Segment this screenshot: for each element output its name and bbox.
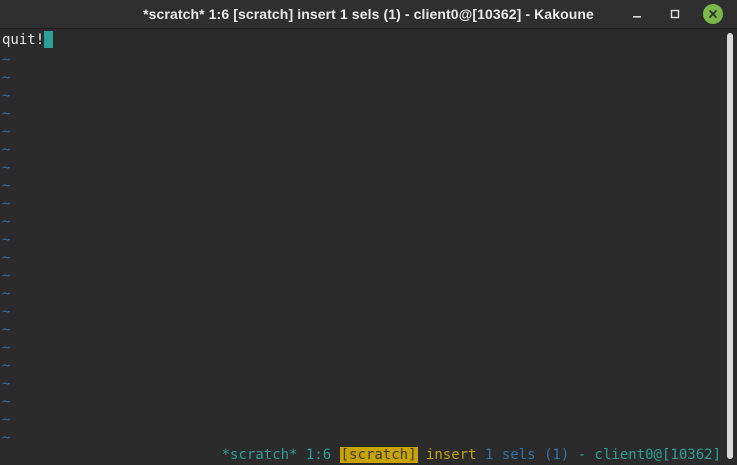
status-buffer-name: *scratch*	[221, 447, 298, 463]
status-cursor-position: 1:6	[305, 447, 332, 463]
editor-buffer[interactable]: quit! ~ ~ ~ ~ ~ ~ ~ ~ ~ ~ ~ ~ ~ ~ ~ ~ ~ …	[0, 29, 725, 465]
scrollbar-thumb[interactable]	[727, 33, 733, 459]
title-bar[interactable]: *scratch* 1:6 [scratch] insert 1 sels (1…	[0, 0, 737, 29]
minimize-button[interactable]	[627, 4, 647, 24]
close-button[interactable]	[703, 4, 723, 24]
empty-line-marker: ~	[2, 394, 11, 410]
empty-line-marker: ~	[2, 250, 11, 266]
empty-line-marker: ~	[2, 142, 11, 158]
status-client: - client0@[10362]	[577, 447, 721, 463]
status-mode: insert	[425, 447, 477, 463]
empty-line-marker: ~	[2, 304, 11, 320]
buffer-line-1: quit!	[2, 31, 54, 49]
empty-line-marker: ~	[2, 52, 11, 68]
empty-line-marker: ~	[2, 232, 11, 248]
empty-line-marker: ~	[2, 340, 11, 356]
empty-line-marker: ~	[2, 160, 11, 176]
empty-line-marker: ~	[2, 358, 11, 374]
status-bufname-badge: [scratch]	[339, 447, 418, 463]
close-icon	[709, 10, 717, 18]
maximize-icon	[670, 9, 680, 19]
empty-line-marker: ~	[2, 178, 11, 194]
text-cursor	[44, 31, 54, 48]
empty-line-marker: ~	[2, 376, 11, 392]
empty-line-marker: ~	[2, 70, 11, 86]
status-selections: 1 sels (1)	[484, 447, 570, 463]
buffer-text: quit!	[2, 32, 45, 48]
empty-line-marker: ~	[2, 196, 11, 212]
empty-line-marker: ~	[2, 322, 11, 338]
empty-line-marker: ~	[2, 214, 11, 230]
empty-line-marker: ~	[2, 124, 11, 140]
close-button-circle	[703, 4, 723, 24]
empty-line-marker: ~	[2, 286, 11, 302]
empty-line-marker: ~	[2, 88, 11, 104]
terminal-window: *scratch* 1:6 [scratch] insert 1 sels (1…	[0, 0, 737, 465]
minimize-icon	[633, 16, 641, 18]
vertical-scrollbar[interactable]	[725, 29, 737, 465]
empty-line-marker: ~	[2, 430, 11, 446]
empty-line-marker: ~	[2, 412, 11, 428]
empty-line-marker: ~	[2, 106, 11, 122]
empty-line-marker: ~	[2, 268, 11, 284]
maximize-button[interactable]	[665, 4, 685, 24]
status-line: *scratch* 1:6 [scratch] insert 1 sels (1…	[222, 445, 721, 465]
